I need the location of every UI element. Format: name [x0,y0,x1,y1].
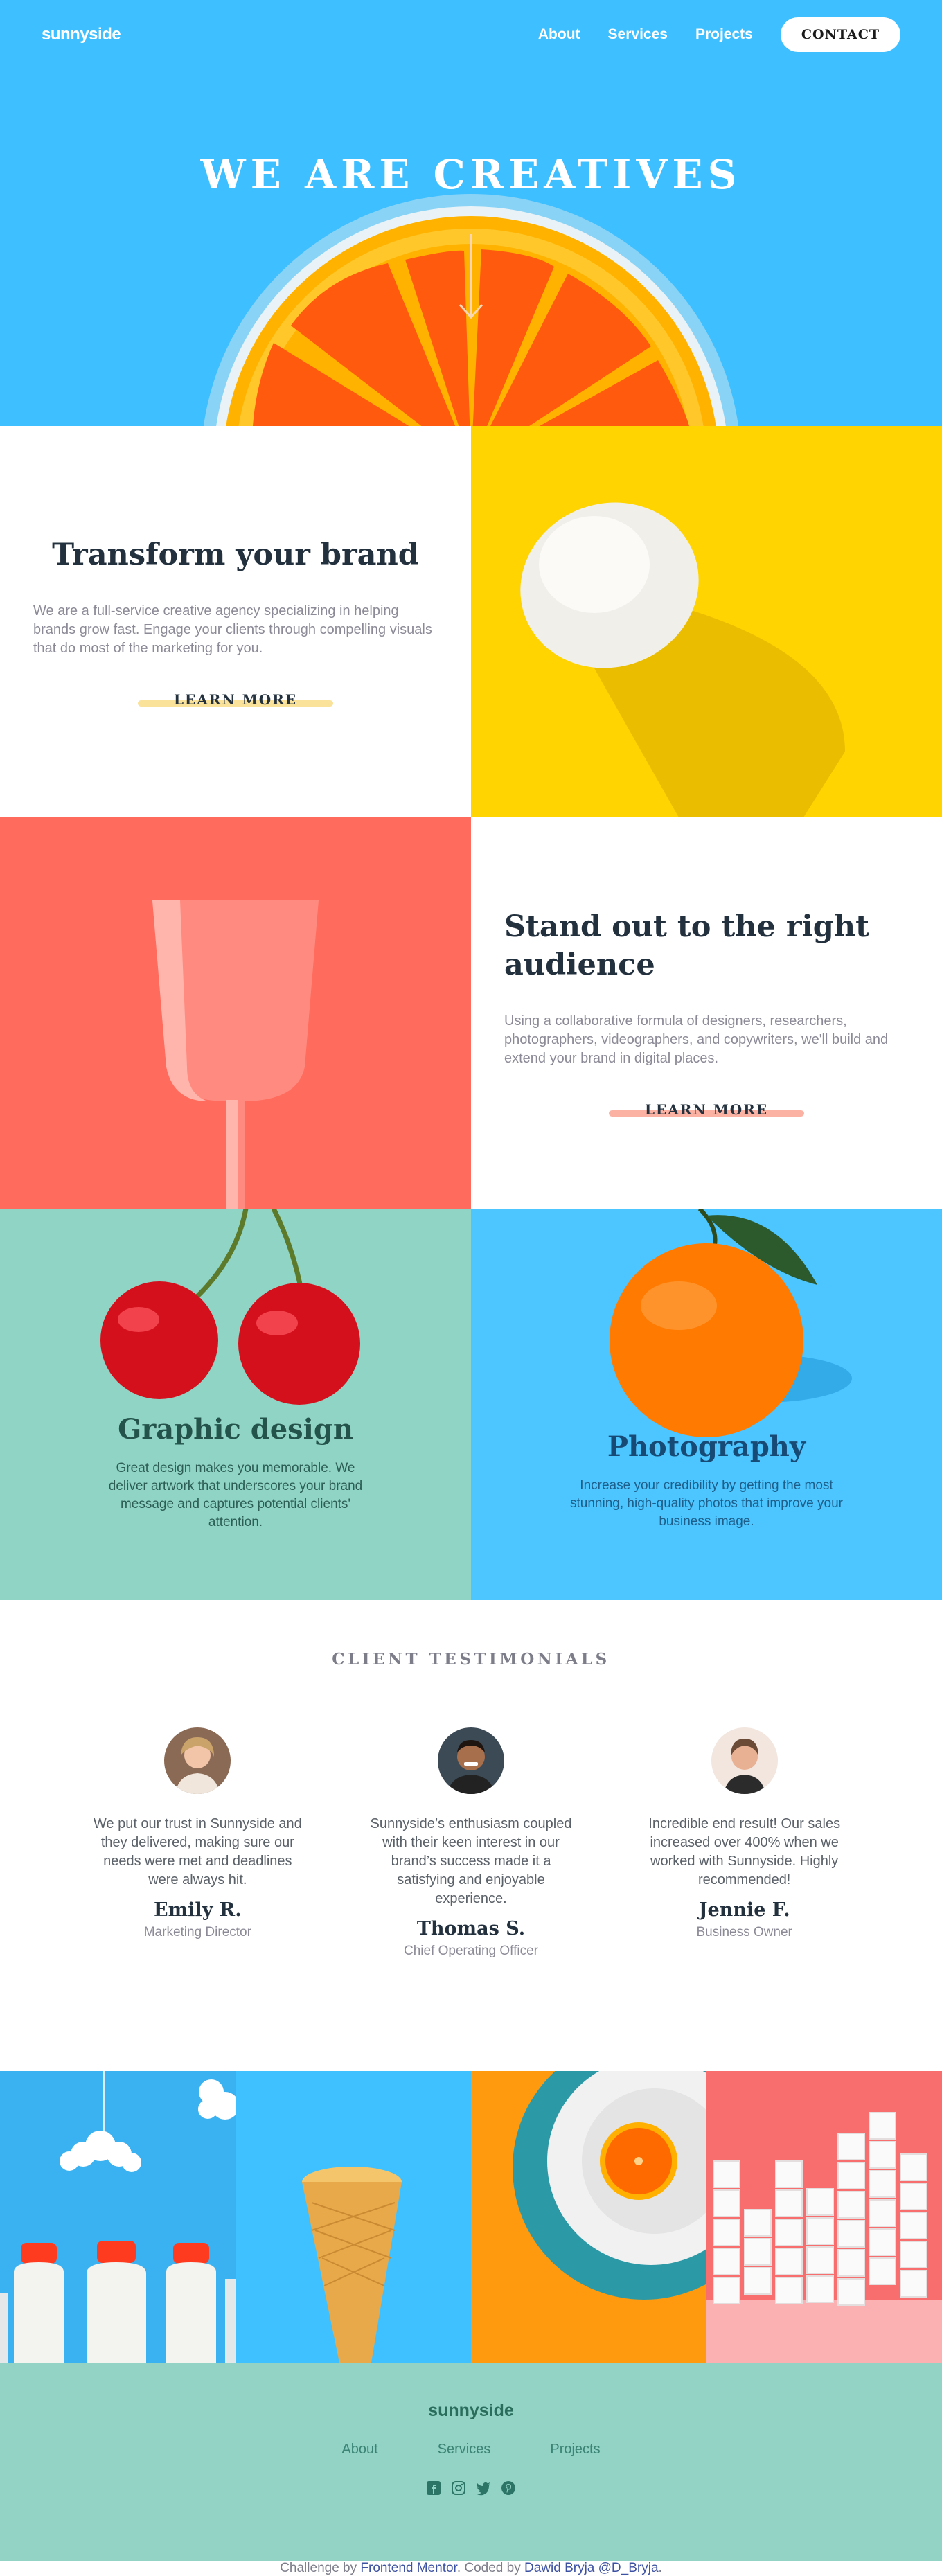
avatar [711,1727,778,1794]
logo[interactable]: sunnyside [42,25,121,44]
graphic-design-text: Graphic design Great design makes you me… [0,1413,471,1531]
testimonials-heading: CLIENT TESTIMONIALS [332,1650,610,1669]
cone-illustration [302,2167,402,2363]
graphic-design-card: Graphic design Great design makes you me… [0,1209,471,1600]
testimonials-list: We put our trust in Sunnyside and they d… [0,1727,942,1959]
transform-learn-more-link[interactable]: LEARN MORE [137,691,334,708]
gallery-ice-cream-cone [236,2071,471,2363]
testimonial-card: Sunnyside’s enthusiasm coupled with thei… [335,1727,608,1959]
testimonials-section: CLIENT TESTIMONIALS We put our trust in … [0,1600,942,2071]
egg-illustration [520,502,845,817]
testimonial-role: Chief Operating Officer [404,1944,538,1958]
social-links [425,2480,517,2496]
pinterest-icon[interactable] [500,2480,517,2496]
footer-logo[interactable]: sunnyside [428,2401,514,2421]
avatar [438,1727,504,1794]
graphic-design-heading: Graphic design [118,1413,353,1446]
standout-learn-more-link[interactable]: LEARN MORE [608,1101,805,1118]
arrow-down-icon[interactable] [457,234,485,321]
photography-text: Photography Increase your credibility by… [471,1430,942,1531]
footer-link-projects[interactable]: Projects [550,2442,600,2458]
footer-link-services[interactable]: Services [438,2442,491,2458]
twitter-icon[interactable] [475,2480,492,2496]
footer: sunnyside About Services Projects [0,2363,942,2561]
sugar-cubes-illustration [706,2112,942,2363]
testimonial-quote: We put our trust in Sunnyside and they d… [93,1816,302,1887]
testimonial-role: Marketing Director [143,1925,251,1939]
contact-button[interactable]: CONTACT [780,17,900,52]
nav-link-services[interactable]: Services [608,26,668,43]
glass-image [0,817,471,1209]
photography-body: Increase your credibility by getting the… [570,1478,843,1529]
top-nav: sunnyside About Services Projects CONTAC… [0,0,942,69]
facebook-icon[interactable] [425,2480,442,2496]
graphic-design-body: Great design makes you memorable. We del… [108,1461,363,1529]
learn-more-label: LEARN MORE [173,691,298,708]
egg-image [471,426,942,817]
standout-body: Using a collaborative formula of designe… [504,1013,889,1066]
avatar-thomas [438,1727,504,1794]
standout-row: Stand out to the right audience Using a … [0,817,942,1209]
testimonial-name: Thomas S. [416,1918,526,1939]
avatar-emily [164,1727,231,1794]
nav-links: About Services Projects [538,26,753,43]
glass-illustration [152,900,319,1209]
instagram-icon[interactable] [450,2480,467,2496]
testimonial-card: Incredible end result! Our sales increas… [607,1727,881,1959]
testimonial-card: We put our trust in Sunnyside and they d… [61,1727,335,1959]
orange-illustration [610,1209,852,1437]
photography-heading: Photography [607,1430,806,1463]
transform-body: We are a full-service creative agency sp… [33,603,432,656]
gallery-milk-bottles [0,2071,236,2363]
hero: sunnyside About Services Projects CONTAC… [0,0,942,426]
transform-text: Transform your brand We are a full-servi… [0,426,471,817]
standout-text: Stand out to the right audience Using a … [471,817,942,1209]
avatar [164,1727,231,1794]
attribution: Challenge by Frontend Mentor. Coded by D… [0,2561,942,2576]
services-row: Graphic design Great design makes you me… [0,1209,942,1600]
testimonial-quote: Incredible end result! Our sales increas… [648,1816,841,1887]
photography-card: Photography Increase your credibility by… [471,1209,942,1600]
standout-heading: Stand out to the right audience [504,909,870,982]
gallery [0,2071,942,2363]
gallery-sugar-cubes [706,2071,942,2363]
learn-more-label: LEARN MORE [644,1101,769,1118]
avatar-jennie [711,1727,778,1794]
testimonial-name: Emily R. [154,1899,242,1921]
milk-bottles-illustration [0,2071,236,2363]
transform-row: Transform your brand We are a full-servi… [0,426,942,817]
hero-title: WE ARE CREATIVES [200,151,742,198]
transform-heading: Transform your brand [52,537,419,572]
testimonial-role: Business Owner [696,1925,792,1939]
footer-link-about[interactable]: About [341,2442,377,2458]
plate-illustration [513,2071,706,2300]
testimonial-quote: Sunnyside’s enthusiasm coupled with thei… [370,1816,572,1906]
testimonial-name: Jennie F. [698,1899,790,1921]
cherries-illustration [100,1209,360,1405]
nav-link-about[interactable]: About [538,26,580,43]
gallery-orange-plate [471,2071,706,2363]
footer-links: About Services Projects [341,2442,600,2458]
nav-link-projects[interactable]: Projects [695,26,753,43]
